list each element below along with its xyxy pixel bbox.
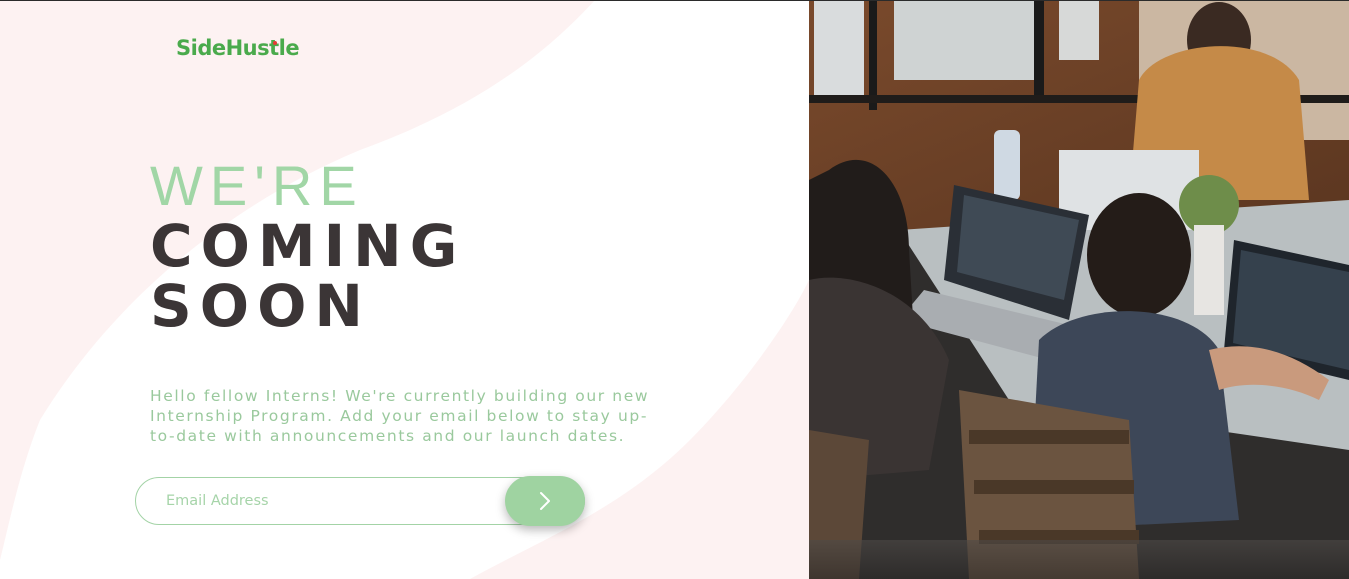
cut-off-footer-text [612,573,737,576]
coworking-people-illustration [809,0,1349,579]
chevron-right-icon [538,490,552,512]
headline-were: WE'RE [150,154,364,217]
submit-button[interactable] [505,476,585,526]
top-border [0,0,1349,1]
sidehustle-logo[interactable]: SideHustle [176,36,300,60]
email-input[interactable] [166,478,496,524]
headline-coming: COMING [150,212,466,280]
headline-soon: SOON [150,272,371,340]
content-panel: SideHustle WE'RE COMING SOON Hello fello… [0,0,809,579]
coming-soon-page: SideHustle WE'RE COMING SOON Hello fello… [0,0,1349,579]
logo-accent-dot [273,41,277,45]
hero-photo [809,0,1349,579]
intro-text: Hello fellow Interns! We're currently bu… [150,386,650,445]
